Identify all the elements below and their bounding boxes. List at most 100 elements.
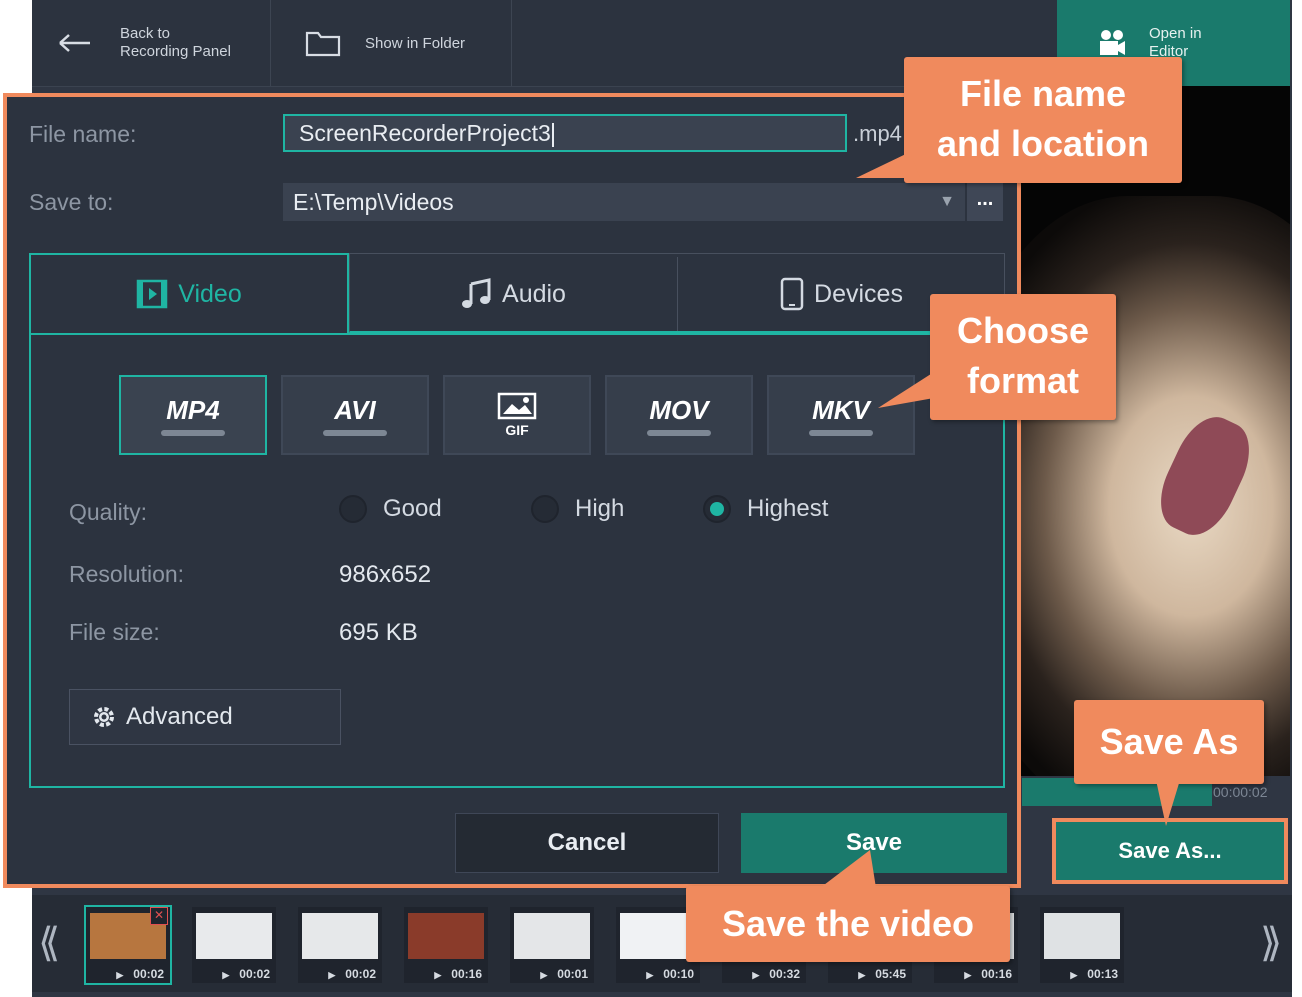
callout-save-video-pointer [820,850,876,888]
thumbnail-image [196,913,272,959]
callout-file-name-line1: File name [959,73,1127,114]
show-in-folder-label: Show in Folder [365,34,466,52]
preview-time: 00:00:02 [1213,784,1268,800]
thumbnail-duration: 00:13 [1070,967,1118,981]
callout-format-line1: Choose [956,310,1089,351]
thumbnail-duration: 00:02 [222,967,270,981]
tab-video[interactable]: Video [29,255,349,333]
resolution-value: 986x652 [339,561,432,588]
thumbnail-duration: 00:10 [646,967,694,981]
tab-audio-label: Audio [502,279,566,308]
thumbnail-image [1044,913,1120,959]
film-icon [137,279,168,309]
quality-highest-radio[interactable]: Highest [703,495,828,523]
file-name-label: File name: [29,121,137,147]
toolbar-divider [511,0,512,86]
file-size-label: File size: [69,619,160,645]
callout-format-pointer [878,372,934,408]
format-mkv-label: MKV [812,394,870,425]
filmstrip-left-arrow-icon[interactable]: ⟪ [38,920,60,966]
format-badge [647,429,711,436]
radio-dot [710,502,724,516]
thumbnail-image [514,913,590,959]
format-mp4-label: MP4 [166,394,220,425]
thumbnail-duration: 00:02 [328,967,376,981]
callout-format-line2: format [966,360,1079,401]
thumbnail-image [408,913,484,959]
image-icon [497,392,537,420]
quality-good-radio[interactable]: Good [339,495,442,523]
filmstrip-right-arrow-icon[interactable]: ⟫ [1260,920,1282,966]
quality-high-radio[interactable]: High [531,495,624,523]
filmstrip-thumbnail[interactable]: 00:02 ✕ [84,905,172,985]
filmstrip-thumbnail[interactable]: 00:02 [298,907,382,983]
video-preview [1020,86,1290,776]
thumbnail-duration: 00:01 [540,967,588,981]
thumbnail-duration: 00:02 [116,967,164,981]
callout-save-as: Save As [1074,700,1264,784]
chevron-down-icon: ▼ [939,193,955,210]
thumbnail-duration: 00:16 [434,967,482,981]
format-mp4[interactable]: MP4 [119,375,267,455]
save-to-label: Save to: [29,189,114,215]
format-gif[interactable]: GIF [443,375,591,455]
thumbnail-image [620,913,696,959]
callout-save-as-pointer [1156,780,1180,826]
file-extension: .mp4 [853,121,902,146]
advanced-label: Advanced [126,703,233,730]
music-note-icon [462,278,491,308]
save-dialog: File name: ScreenRecorderProject3 .mp4 S… [3,93,1021,888]
thumbnail-duration: 00:32 [752,967,800,981]
quality-high-label: High [575,495,625,522]
preview-image [1020,196,1290,776]
format-badge [809,429,873,436]
file-name-input[interactable]: ScreenRecorderProject3 [283,114,847,152]
callout-file-name: File name and location [904,57,1182,183]
format-mov[interactable]: MOV [605,375,753,455]
back-label-line1: Back to [120,25,171,42]
quality-label: Quality: [69,499,147,525]
filmstrip: 00:02 ✕ 00:02 00:02 00:16 00:01 00:10 00:32 05:4… [32,895,1292,992]
browse-button[interactable]: ... [967,183,1003,221]
text-caret [551,122,554,147]
thumbnail-duration: 00:16 [964,967,1012,981]
radio-circle [531,495,559,523]
filmstrip-thumbnail[interactable]: 00:13 [1040,907,1124,983]
resolution-label: Resolution: [69,561,185,587]
radio-circle [339,495,367,523]
radio-circle-selected [703,495,731,523]
format-badge [323,429,387,436]
arrow-left-icon [59,34,90,52]
format-avi[interactable]: AVI [281,375,429,455]
tab-video-label: Video [178,279,242,308]
tab-devices-label: Devices [814,279,903,308]
show-in-folder-button[interactable]: Show in Folder [271,0,511,86]
tab-audio[interactable]: Audio [349,255,677,333]
format-badge [161,429,225,436]
format-gif-label: GIF [505,422,529,438]
phone-icon [780,277,804,311]
filmstrip-thumbnail[interactable]: 00:01 [510,907,594,983]
close-icon[interactable]: ✕ [150,907,168,925]
filmstrip-thumbnail[interactable]: 00:16 [404,907,488,983]
save-to-value: E:\Temp\Videos [293,189,454,215]
thumbnail-image [302,913,378,959]
advanced-button[interactable]: Advanced [69,689,341,745]
format-avi-label: AVI [334,394,376,425]
file-name-value: ScreenRecorderProject3 [299,120,551,146]
format-mov-label: MOV [649,394,709,425]
callout-choose-format: Choose format [930,294,1116,420]
gear-icon [94,707,114,727]
back-label-line2: Recording Panel [120,43,231,60]
callout-file-name-line2: and location [936,123,1149,164]
thumbnail-duration: 05:45 [858,967,906,981]
callout-file-name-pointer [856,152,920,178]
quality-highest-label: Highest [747,495,829,522]
folder-icon [305,31,341,57]
filmstrip-thumbnail[interactable]: 00:02 [192,907,276,983]
file-size-value: 695 KB [339,619,418,646]
cancel-button[interactable]: Cancel [455,813,719,873]
back-to-recording-button[interactable]: Back to Recording Panel [32,0,270,86]
quality-good-label: Good [383,495,442,522]
callout-save-video: Save the video [686,886,1010,962]
